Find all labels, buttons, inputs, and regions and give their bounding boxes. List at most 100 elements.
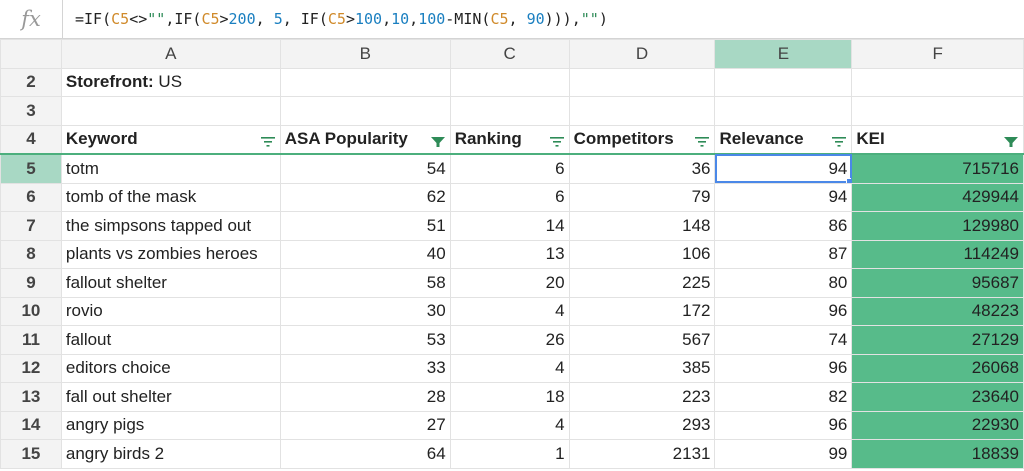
row-header-7[interactable]: 7 bbox=[0, 211, 62, 241]
cell-relevance[interactable]: 94 bbox=[714, 182, 853, 212]
cell-ranking[interactable]: 13 bbox=[449, 239, 570, 269]
cell-relevance[interactable]: 74 bbox=[714, 325, 853, 355]
column-header-e[interactable]: E bbox=[714, 39, 853, 69]
cell-relevance[interactable]: 99 bbox=[714, 439, 853, 469]
cell-keyword[interactable]: angry pigs bbox=[60, 410, 281, 440]
cell-ranking[interactable]: 26 bbox=[449, 325, 570, 355]
row-header-11[interactable]: 11 bbox=[0, 325, 62, 355]
cell-ranking[interactable]: 20 bbox=[449, 268, 570, 298]
cell-competitors[interactable]: 385 bbox=[568, 353, 716, 383]
column-header-d[interactable]: D bbox=[568, 39, 716, 69]
column-header-f[interactable]: F bbox=[851, 39, 1024, 69]
cell-ranking[interactable]: 4 bbox=[449, 410, 570, 440]
cell-popularity[interactable]: 62 bbox=[279, 182, 451, 212]
header-cell-a[interactable]: Keyword bbox=[60, 124, 281, 155]
cell-relevance[interactable]: 86 bbox=[714, 211, 853, 241]
cell-ranking[interactable]: 6 bbox=[449, 153, 570, 184]
filter-active-icon[interactable] bbox=[1003, 133, 1019, 148]
row-header-12[interactable]: 12 bbox=[0, 353, 62, 383]
cell-popularity[interactable]: 27 bbox=[279, 410, 451, 440]
cell-popularity[interactable]: 33 bbox=[279, 353, 451, 383]
column-header-c[interactable]: C bbox=[449, 39, 570, 69]
cell-kei[interactable]: 27129 bbox=[851, 325, 1024, 355]
filter-icon[interactable] bbox=[260, 133, 276, 147]
cell-popularity[interactable]: 40 bbox=[279, 239, 451, 269]
header-cell-f[interactable]: KEI bbox=[851, 124, 1024, 155]
cell-d3[interactable] bbox=[568, 96, 716, 126]
cell-b2[interactable] bbox=[279, 67, 451, 97]
cell-relevance[interactable]: 96 bbox=[714, 353, 853, 383]
cell-ranking[interactable]: 14 bbox=[449, 211, 570, 241]
cell-e2[interactable] bbox=[714, 67, 853, 97]
filter-icon[interactable] bbox=[549, 133, 565, 147]
cell-kei[interactable]: 23640 bbox=[851, 382, 1024, 412]
cell-ranking[interactable]: 1 bbox=[449, 439, 570, 469]
filter-icon[interactable] bbox=[831, 133, 847, 147]
cell-popularity[interactable]: 54 bbox=[279, 153, 451, 184]
cell-relevance[interactable]: 94 bbox=[714, 153, 853, 184]
column-header-a[interactable]: A bbox=[60, 39, 281, 69]
cell-kei[interactable]: 48223 bbox=[851, 296, 1024, 326]
column-header-b[interactable]: B bbox=[279, 39, 451, 69]
cell-popularity[interactable]: 64 bbox=[279, 439, 451, 469]
cell-competitors[interactable]: 172 bbox=[568, 296, 716, 326]
cell-d2[interactable] bbox=[568, 67, 716, 97]
cell-c3[interactable] bbox=[449, 96, 570, 126]
formula-input[interactable]: =IF(C5<>"",IF(C5>200, 5, IF(C5>100,10,10… bbox=[63, 10, 608, 28]
filter-active-icon[interactable] bbox=[430, 133, 446, 148]
cell-keyword[interactable]: angry birds 2 bbox=[60, 439, 281, 469]
cell-a3[interactable] bbox=[60, 96, 281, 126]
cell-keyword[interactable]: totm bbox=[60, 153, 281, 184]
cell-keyword[interactable]: editors choice bbox=[60, 353, 281, 383]
fill-handle[interactable] bbox=[846, 177, 851, 182]
header-cell-d[interactable]: Competitors bbox=[568, 124, 716, 155]
row-header-9[interactable]: 9 bbox=[0, 268, 62, 298]
select-all-corner[interactable] bbox=[0, 39, 62, 69]
header-cell-e[interactable]: Relevance bbox=[714, 124, 853, 155]
cell-keyword[interactable]: tomb of the mask bbox=[60, 182, 281, 212]
cell-b3[interactable] bbox=[279, 96, 451, 126]
cell-kei[interactable]: 26068 bbox=[851, 353, 1024, 383]
cell-keyword[interactable]: fallout bbox=[60, 325, 281, 355]
row-header-10[interactable]: 10 bbox=[0, 296, 62, 326]
cell-f3[interactable] bbox=[851, 96, 1024, 126]
cell-popularity[interactable]: 30 bbox=[279, 296, 451, 326]
header-cell-b[interactable]: ASA Popularity bbox=[279, 124, 451, 155]
row-header-6[interactable]: 6 bbox=[0, 182, 62, 212]
cell-kei[interactable]: 22930 bbox=[851, 410, 1024, 440]
cell-kei[interactable]: 715716 bbox=[851, 153, 1024, 184]
cell-competitors[interactable]: 223 bbox=[568, 382, 716, 412]
row-header-13[interactable]: 13 bbox=[0, 382, 62, 412]
cell-ranking[interactable]: 4 bbox=[449, 296, 570, 326]
cell-competitors[interactable]: 225 bbox=[568, 268, 716, 298]
cell-competitors[interactable]: 36 bbox=[568, 153, 716, 184]
cell-kei[interactable]: 114249 bbox=[851, 239, 1024, 269]
filter-icon[interactable] bbox=[694, 133, 710, 147]
row-header-14[interactable]: 14 bbox=[0, 410, 62, 440]
cell-competitors[interactable]: 148 bbox=[568, 211, 716, 241]
cell-c2[interactable] bbox=[449, 67, 570, 97]
cell-competitors[interactable]: 567 bbox=[568, 325, 716, 355]
cell-relevance[interactable]: 80 bbox=[714, 268, 853, 298]
cell-keyword[interactable]: plants vs zombies heroes bbox=[60, 239, 281, 269]
cell-kei[interactable]: 95687 bbox=[851, 268, 1024, 298]
cell-keyword[interactable]: the simpsons tapped out bbox=[60, 211, 281, 241]
row-header-15[interactable]: 15 bbox=[0, 439, 62, 469]
row-header-4[interactable]: 4 bbox=[0, 124, 62, 155]
cell-competitors[interactable]: 2131 bbox=[568, 439, 716, 469]
cell-relevance[interactable]: 96 bbox=[714, 410, 853, 440]
cell-f2[interactable] bbox=[851, 67, 1024, 97]
row-header-2[interactable]: 2 bbox=[0, 67, 62, 97]
cell-competitors[interactable]: 293 bbox=[568, 410, 716, 440]
cell-relevance[interactable]: 96 bbox=[714, 296, 853, 326]
row-header-8[interactable]: 8 bbox=[0, 239, 62, 269]
cell-kei[interactable]: 429944 bbox=[851, 182, 1024, 212]
cell-competitors[interactable]: 106 bbox=[568, 239, 716, 269]
cell-popularity[interactable]: 58 bbox=[279, 268, 451, 298]
row-header-5[interactable]: 5 bbox=[0, 153, 62, 184]
header-cell-c[interactable]: Ranking bbox=[449, 124, 570, 155]
cell-ranking[interactable]: 4 bbox=[449, 353, 570, 383]
cell-kei[interactable]: 129980 bbox=[851, 211, 1024, 241]
cell-relevance[interactable]: 82 bbox=[714, 382, 853, 412]
cell-popularity[interactable]: 28 bbox=[279, 382, 451, 412]
